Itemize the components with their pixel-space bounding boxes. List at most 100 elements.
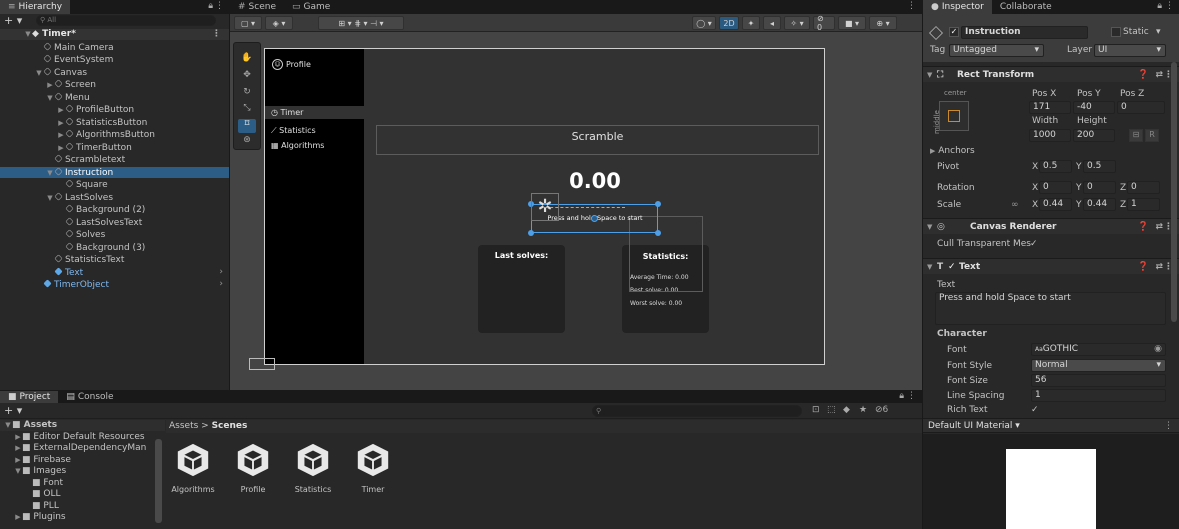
expand-right-icon[interactable]: ▶ xyxy=(57,130,65,141)
hierarchy-item[interactable]: ▶ Screen xyxy=(0,79,229,90)
expand-down-icon[interactable]: ▼ xyxy=(46,193,54,204)
scene-asset[interactable]: Profile xyxy=(228,441,278,494)
move-tool-icon[interactable]: ✥ xyxy=(238,70,256,84)
help-icon[interactable]: ❓ xyxy=(1138,67,1149,83)
static-dropdown-icon[interactable]: ▾ xyxy=(1156,27,1161,37)
resize-handle[interactable] xyxy=(528,230,534,236)
project-tree-scrollbar[interactable] xyxy=(155,439,162,523)
expand-right-icon[interactable]: ▶ xyxy=(14,455,22,466)
font-field[interactable]: AaGOTHIC ◉ xyxy=(1031,343,1166,356)
tab-project[interactable]: ■ Project xyxy=(0,391,59,403)
kebab-menu-icon[interactable]: ⋮ xyxy=(1164,421,1173,431)
expand-right-icon[interactable]: ▶ xyxy=(57,143,65,154)
hierarchy-item[interactable]: ▶ TimerButton xyxy=(0,141,229,154)
expand-down-icon[interactable]: ▼ xyxy=(46,168,54,179)
gizmos-icon[interactable]: ⊕ ▾ xyxy=(869,16,897,30)
tag-dropdown[interactable]: Untagged ▾ xyxy=(949,44,1044,57)
gizmo-tool-button[interactable]: ◈ ▾ xyxy=(265,16,293,30)
rich-text-checkbox[interactable]: ✓ xyxy=(1031,405,1039,415)
menu-timer[interactable]: ◷ Timer xyxy=(265,106,364,119)
expand-right-icon[interactable]: ▶ xyxy=(46,80,54,91)
hierarchy-item[interactable]: Square xyxy=(0,179,229,190)
project-folder-item[interactable]: ▶■ Firebase xyxy=(0,455,165,466)
object-name-field[interactable]: Instruction xyxy=(961,26,1088,39)
pivot-handle[interactable] xyxy=(591,215,598,222)
hierarchy-item[interactable]: TimerObject › xyxy=(0,279,229,290)
expand-down-icon[interactable]: ▼ xyxy=(46,93,54,104)
width-field[interactable]: 1000 xyxy=(1029,129,1071,142)
raw-edit-button[interactable]: R xyxy=(1145,129,1159,142)
line-spacing-field[interactable]: 1 xyxy=(1031,389,1166,402)
filter-by-label-icon[interactable]: ⬚ xyxy=(827,405,836,415)
hierarchy-item[interactable]: LastSolvesText xyxy=(0,216,229,228)
hierarchy-item[interactable]: ▼◆ Timer* ⋮ xyxy=(0,29,229,40)
rect-transform-header[interactable]: ▼ ⛶ Rect Transform ❓ ⇄ ⋮ xyxy=(923,66,1179,82)
hierarchy-item[interactable]: ▼ Menu xyxy=(0,91,229,104)
project-search-input[interactable]: ⚲ xyxy=(592,405,802,417)
audio-icon[interactable]: ◂ xyxy=(763,16,781,30)
kebab-menu-icon[interactable]: ⋮ xyxy=(212,29,221,40)
tab-console[interactable]: ▤ Console xyxy=(58,391,121,403)
tab-collaborate[interactable]: Collaborate xyxy=(992,0,1060,14)
project-folder-item[interactable]: ▶■ Editor Default Resources xyxy=(0,432,165,443)
project-folder-item[interactable]: ▶■ Plugins xyxy=(0,512,165,523)
add-icon[interactable]: + ▾ xyxy=(4,404,22,417)
hierarchy-item[interactable]: Main Camera xyxy=(0,41,229,53)
star-icon[interactable]: ★ xyxy=(859,405,867,415)
expand-right-icon[interactable]: ▶ xyxy=(14,443,22,454)
add-icon[interactable]: + ▾ xyxy=(4,14,22,27)
kebab-menu-icon[interactable]: ⋮ xyxy=(907,1,916,11)
expand-down-icon[interactable]: ▼ xyxy=(35,68,43,79)
gameobject-icon[interactable] xyxy=(929,26,943,40)
hierarchy-item[interactable]: ▶ ProfileButton xyxy=(0,104,229,115)
filter-by-type-icon[interactable]: ⊡ xyxy=(812,405,820,415)
shading-button[interactable]: ◯ ▾ xyxy=(692,16,716,30)
expand-right-icon[interactable]: ▶ xyxy=(57,118,65,129)
menu-statistics[interactable]: ⟋ Statistics xyxy=(265,124,364,137)
kebab-menu-icon[interactable]: ⋮ xyxy=(215,1,224,11)
lock-icon[interactable]: 🔒︎ xyxy=(899,391,904,401)
scene-asset[interactable]: Timer xyxy=(348,441,398,494)
posy-field[interactable]: -40 xyxy=(1073,101,1115,114)
canvas-renderer-header[interactable]: ▼ ◎ Canvas Renderer ❓ ⇄ ⋮ xyxy=(923,218,1179,234)
expand-right-icon[interactable]: ▶ xyxy=(14,512,22,523)
chevron-right-icon[interactable]: › xyxy=(219,279,223,290)
hierarchy-item[interactable]: StatisticsText xyxy=(0,254,229,265)
expand-down-icon[interactable]: ▼ xyxy=(14,466,22,477)
breadcrumb-scenes[interactable]: Scenes xyxy=(212,421,248,431)
menu-profile[interactable]: ☺ Profile xyxy=(272,59,311,70)
resize-handle[interactable] xyxy=(655,201,661,207)
breadcrumb-assets[interactable]: Assets xyxy=(169,421,198,431)
kebab-menu-icon[interactable]: ⋮ xyxy=(907,391,916,401)
toggle-2d-button[interactable]: 2D xyxy=(719,16,739,30)
effects-icon[interactable]: ✧ ▾ xyxy=(784,16,810,30)
hierarchy-item[interactable]: ▶ AlgorithmsButton xyxy=(0,129,229,140)
tab-inspector[interactable]: ● Inspector xyxy=(923,0,992,14)
constrain-proportions-icon[interactable]: ∞ xyxy=(1011,200,1019,210)
posx-field[interactable]: 171 xyxy=(1029,101,1071,114)
hidden-packages-icon[interactable]: ⊘6 xyxy=(875,405,888,415)
scale-z-field[interactable]: 1 xyxy=(1127,198,1160,211)
object-picker-icon[interactable]: ◉ xyxy=(1154,344,1162,355)
project-folder-item[interactable]: ■ Font xyxy=(0,478,165,489)
settings-icon[interactable]: ⇄ xyxy=(1155,219,1163,235)
rot-y-field[interactable]: 0 xyxy=(1083,181,1116,194)
text-enabled-checkbox[interactable]: ✓ xyxy=(948,259,956,275)
transform-tool-icon[interactable]: ⊛ xyxy=(238,135,256,147)
rot-z-field[interactable]: 0 xyxy=(1127,181,1160,194)
hierarchy-item[interactable]: Text › xyxy=(0,267,229,278)
layer-dropdown[interactable]: UI ▾ xyxy=(1094,44,1166,57)
help-icon[interactable]: ❓ xyxy=(1138,259,1149,275)
rotate-tool-icon[interactable]: ↻ xyxy=(238,87,256,101)
project-folder-item[interactable]: ▶■ ExternalDependencyMan xyxy=(0,443,165,454)
hierarchy-item[interactable]: EventSystem xyxy=(0,54,229,65)
chevron-right-icon[interactable]: › xyxy=(219,267,223,278)
tab-scene[interactable]: # Scene xyxy=(230,0,284,14)
camera-icon[interactable]: ■ ▾ xyxy=(838,16,866,30)
anchor-preset-button[interactable] xyxy=(939,101,969,131)
hierarchy-item[interactable]: Scrambletext xyxy=(0,154,229,165)
project-folder-item[interactable]: ■ OLL xyxy=(0,489,165,500)
draw-mode-button[interactable]: ▢ ▾ xyxy=(234,16,262,30)
hierarchy-search-input[interactable]: ⚲ All xyxy=(36,15,216,26)
pivot-y-field[interactable]: 0.5 xyxy=(1083,160,1116,173)
